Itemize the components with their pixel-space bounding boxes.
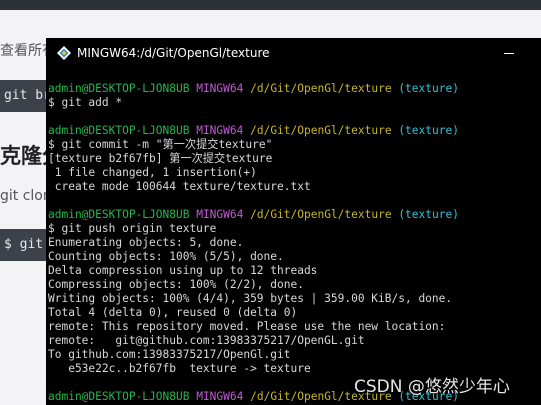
output-line: Counting objects: 100% (5/5), done.: [48, 250, 284, 263]
output-line: remote: git@github.com:13983375217/OpenG…: [48, 334, 365, 347]
command-line: $ git push origin texture: [48, 222, 217, 235]
command-line: $ git commit -m "第一次提交texture": [48, 138, 273, 151]
browser-top-bar: [0, 0, 541, 10]
output-line: Enumerating objects: 5, done.: [48, 236, 244, 249]
prompt-user: admin@DESKTOP-LJON8UB: [48, 124, 190, 137]
terminal-window[interactable]: MINGW64:/d/Git/OpenGl/texture admin@DESK…: [46, 38, 541, 405]
terminal-titlebar[interactable]: MINGW64:/d/Git/OpenGl/texture: [46, 38, 541, 68]
output-line: create mode 100644 texture/texture.txt: [48, 180, 311, 193]
output-line: [texture b2f67fb] 第一次提交texture: [48, 152, 273, 165]
terminal-output[interactable]: admin@DESKTOP-LJON8UB MINGW64 /d/Git/Ope…: [48, 82, 538, 404]
prompt-user: admin@DESKTOP-LJON8UB: [48, 390, 190, 403]
prompt-user: admin@DESKTOP-LJON8UB: [48, 208, 190, 221]
csdn-watermark: CSDN @悠然少年心: [354, 377, 510, 397]
output-line: Writing objects: 100% (4/4), 359 bytes |…: [48, 292, 453, 305]
prompt-system: MINGW64: [196, 208, 244, 221]
prompt-system: MINGW64: [196, 390, 244, 403]
prompt-branch: (texture): [398, 208, 459, 221]
prompt-system: MINGW64: [196, 82, 244, 95]
output-line: Total 4 (delta 0), reused 0 (delta 0): [48, 306, 298, 319]
prompt-path: /d/Git/OpenGl/texture: [250, 124, 392, 137]
output-line: 1 file changed, 1 insertion(+): [48, 166, 257, 179]
minimize-button[interactable]: [500, 44, 518, 62]
output-line: Delta compression using up to 12 threads: [48, 264, 318, 277]
prompt-line: admin@DESKTOP-LJON8UB MINGW64 /d/Git/Ope…: [48, 124, 538, 138]
prompt-system: MINGW64: [196, 124, 244, 137]
prompt-branch: (texture): [398, 124, 459, 137]
output-line: remote: This repository moved. Please us…: [48, 320, 446, 333]
output-line: To github.com:13983375217/OpenGl.git: [48, 348, 291, 361]
output-line: Compressing objects: 100% (2/2), done.: [48, 278, 304, 291]
prompt-line: admin@DESKTOP-LJON8UB MINGW64 /d/Git/Ope…: [48, 82, 538, 96]
prompt-path: /d/Git/OpenGl/texture: [250, 82, 392, 95]
background-text-line: git clon: [0, 188, 52, 204]
prompt-branch: (texture): [398, 82, 459, 95]
prompt-path: /d/Git/OpenGl/texture: [250, 208, 392, 221]
mingw-diamond-icon: [57, 46, 71, 60]
command-line: $ git add *: [48, 96, 123, 109]
window-title: MINGW64:/d/Git/OpenGl/texture: [77, 46, 270, 60]
prompt-user: admin@DESKTOP-LJON8UB: [48, 82, 190, 95]
prompt-line: admin@DESKTOP-LJON8UB MINGW64 /d/Git/Ope…: [48, 208, 538, 222]
